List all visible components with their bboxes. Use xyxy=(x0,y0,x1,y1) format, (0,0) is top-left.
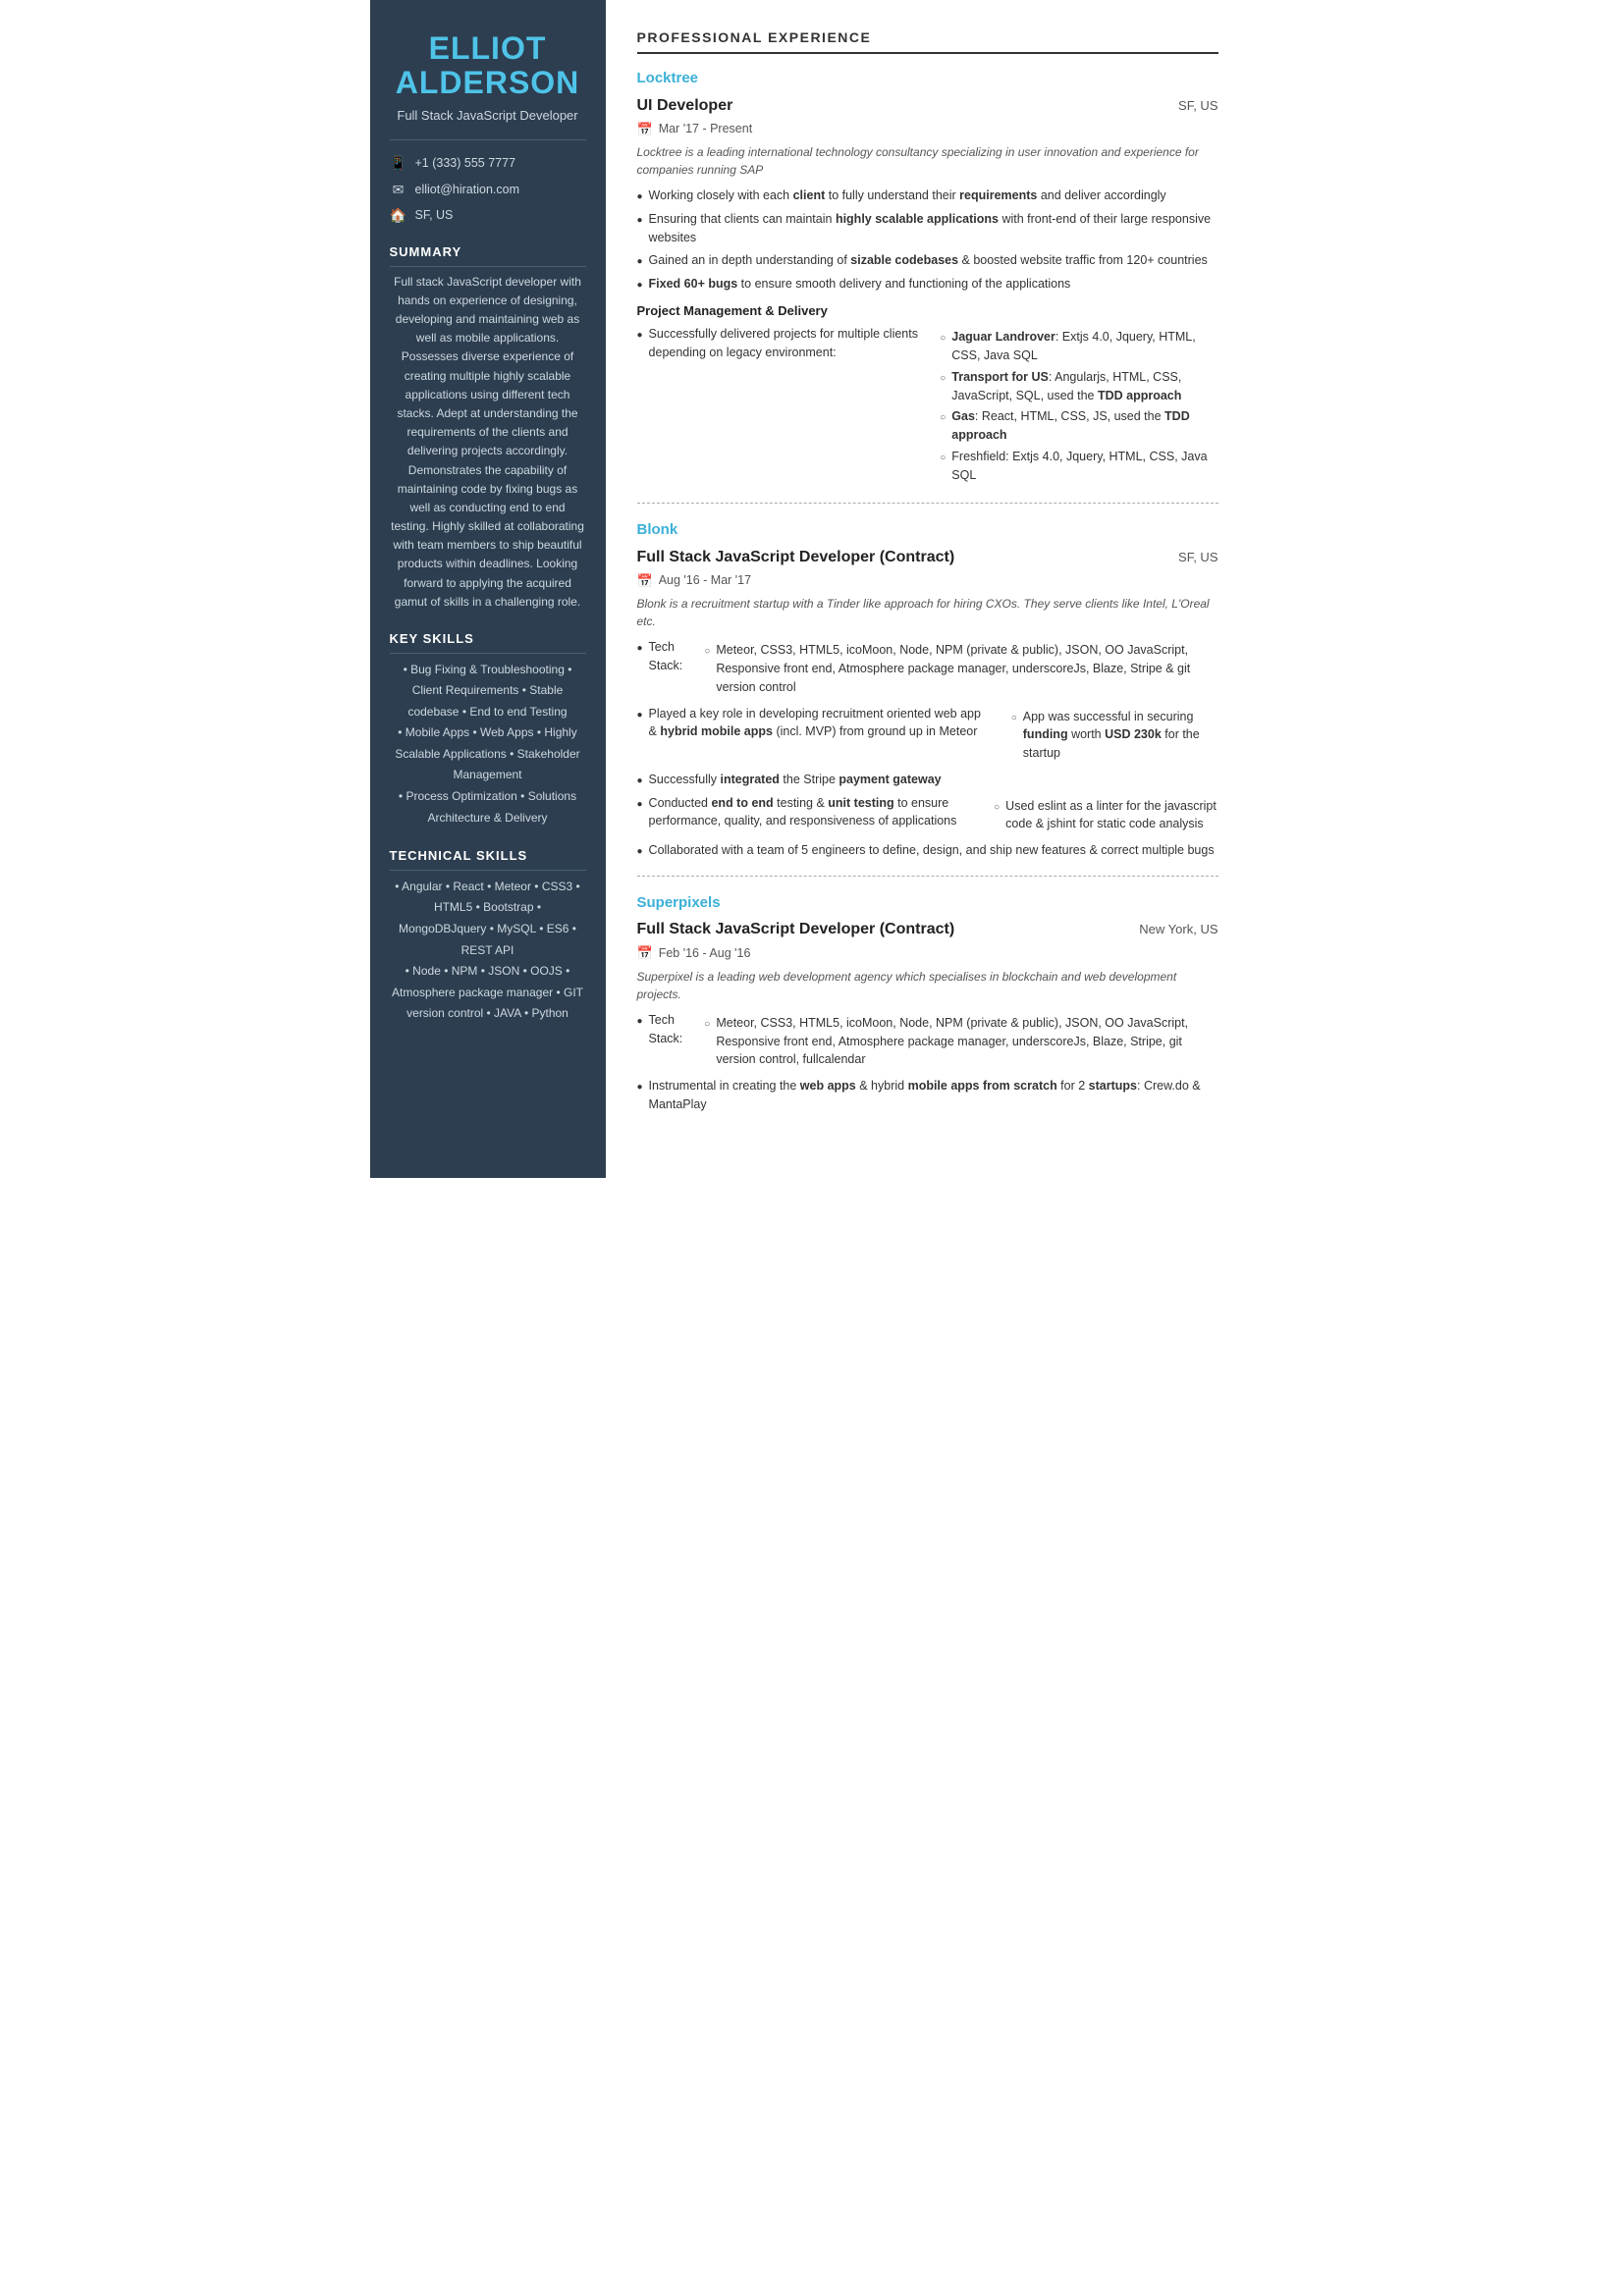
company-name-locktree: Locktree xyxy=(637,68,1218,90)
job-location-blonk: SF, US xyxy=(1178,548,1217,567)
first-name: ELLIOT xyxy=(429,30,547,66)
sub-bullet-item: Meteor, CSS3, HTML5, icoMoon, Node, NPM … xyxy=(704,1014,1217,1069)
job-blonk: Blonk Full Stack JavaScript Developer (C… xyxy=(637,519,1218,860)
job-header-superpixels: Full Stack JavaScript Developer (Contrac… xyxy=(637,918,1218,941)
job-title-locktree: UI Developer xyxy=(637,94,733,118)
tech-skills-text: • Angular • React • Meteor • CSS3 • HTML… xyxy=(390,877,586,1025)
sub-bullet-list: App was successful in securing funding w… xyxy=(1011,708,1218,766)
divider-1 xyxy=(637,503,1218,504)
bullet-item: Conducted end to end testing & unit test… xyxy=(637,794,1218,837)
name-block: ELLIOT ALDERSON Full Stack JavaScript De… xyxy=(390,31,586,126)
bullet-item: Working closely with each client to full… xyxy=(637,187,1218,205)
bullet-item: Played a key role in developing recruitm… xyxy=(637,705,1218,766)
bullet-item: Tech Stack: Meteor, CSS3, HTML5, icoMoon… xyxy=(637,1011,1218,1072)
job-header-locktree: UI Developer SF, US xyxy=(637,94,1218,118)
bullet-item: Successfully delivered projects for mult… xyxy=(637,325,1218,487)
calendar-icon-superpixels: 📅 xyxy=(637,943,653,963)
bullet-item: Gained an in depth understanding of siza… xyxy=(637,251,1218,270)
sub-bullet-item: Used eslint as a linter for the javascri… xyxy=(994,797,1217,834)
bullet-item: Tech Stack: Meteor, CSS3, HTML5, icoMoon… xyxy=(637,638,1218,699)
sub-bullet-list: Used eslint as a linter for the javascri… xyxy=(994,797,1217,837)
subsection-bullets-locktree: Successfully delivered projects for mult… xyxy=(637,325,1218,487)
last-name: ALDERSON xyxy=(396,65,580,100)
phone-icon: 📱 xyxy=(390,154,407,172)
job-desc-locktree: Locktree is a leading international tech… xyxy=(637,143,1218,179)
job-location-superpixels: New York, US xyxy=(1139,920,1217,939)
calendar-icon-blonk: 📅 xyxy=(637,571,653,591)
job-desc-superpixels: Superpixel is a leading web development … xyxy=(637,968,1218,1003)
main-content: PROFESSIONAL EXPERIENCE Locktree UI Deve… xyxy=(606,0,1254,1178)
sub-bullet-item: Jaguar Landrover: Extjs 4.0, Jquery, HTM… xyxy=(940,328,1217,365)
job-desc-blonk: Blonk is a recruitment startup with a Ti… xyxy=(637,595,1218,630)
key-skills-title: KEY SKILLS xyxy=(390,629,586,654)
job-date-superpixels: 📅 Feb '16 - Aug '16 xyxy=(637,943,1218,963)
job-header-blonk: Full Stack JavaScript Developer (Contrac… xyxy=(637,546,1218,569)
job-title-sidebar: Full Stack JavaScript Developer xyxy=(390,106,586,126)
bullet-item: Ensuring that clients can maintain highl… xyxy=(637,210,1218,247)
date-text-superpixels: Feb '16 - Aug '16 xyxy=(659,944,751,963)
bullet-item: Instrumental in creating the web apps & … xyxy=(637,1077,1218,1114)
bullet-list-superpixels: Tech Stack: Meteor, CSS3, HTML5, icoMoon… xyxy=(637,1011,1218,1114)
sub-bullet-list: Meteor, CSS3, HTML5, icoMoon, Node, NPM … xyxy=(704,641,1217,699)
sub-bullet-item: Gas: React, HTML, CSS, JS, used the TDD … xyxy=(940,407,1217,445)
email-icon: ✉ xyxy=(390,181,407,198)
sub-bullet-item: Meteor, CSS3, HTML5, icoMoon, Node, NPM … xyxy=(704,641,1217,696)
job-title-superpixels: Full Stack JavaScript Developer (Contrac… xyxy=(637,918,955,941)
job-date-blonk: 📅 Aug '16 - Mar '17 xyxy=(637,571,1218,591)
name-heading: ELLIOT ALDERSON xyxy=(390,31,586,100)
calendar-icon-locktree: 📅 xyxy=(637,120,653,139)
date-text-blonk: Aug '16 - Mar '17 xyxy=(659,571,751,590)
professional-experience-title: PROFESSIONAL EXPERIENCE xyxy=(637,27,1218,54)
contact-email: ✉ elliot@hiration.com xyxy=(390,181,586,199)
bullet-item: Fixed 60+ bugs to ensure smooth delivery… xyxy=(637,275,1218,294)
job-location-locktree: SF, US xyxy=(1178,96,1217,116)
sub-bullet-item: Freshfield: Extjs 4.0, Jquery, HTML, CSS… xyxy=(940,448,1217,485)
job-locktree: Locktree UI Developer SF, US 📅 Mar '17 -… xyxy=(637,68,1218,487)
tech-skills-title: TECHNICAL SKILLS xyxy=(390,846,586,871)
company-name-superpixels: Superpixels xyxy=(637,892,1218,915)
bullet-item: Successfully integrated the Stripe payme… xyxy=(637,771,1218,789)
date-text-locktree: Mar '17 - Present xyxy=(659,120,752,138)
sub-bullet-item: Transport for US: Angularjs, HTML, CSS, … xyxy=(940,368,1217,405)
summary-title: SUMMARY xyxy=(390,242,586,267)
bullet-list-blonk: Tech Stack: Meteor, CSS3, HTML5, icoMoon… xyxy=(637,638,1218,860)
phone-number: +1 (333) 555 7777 xyxy=(415,154,516,173)
job-title-blonk: Full Stack JavaScript Developer (Contrac… xyxy=(637,546,955,569)
sub-bullet-item: App was successful in securing funding w… xyxy=(1011,708,1218,763)
resume-container: ELLIOT ALDERSON Full Stack JavaScript De… xyxy=(370,0,1254,1178)
job-date-locktree: 📅 Mar '17 - Present xyxy=(637,120,1218,139)
company-name-blonk: Blonk xyxy=(637,519,1218,542)
contact-location: 🏠 SF, US xyxy=(390,206,586,225)
sidebar: ELLIOT ALDERSON Full Stack JavaScript De… xyxy=(370,0,606,1178)
email-address: elliot@hiration.com xyxy=(415,181,519,199)
bullet-list-locktree: Working closely with each client to full… xyxy=(637,187,1218,294)
location-text: SF, US xyxy=(415,206,454,225)
subsection-title-project-mgmt: Project Management & Delivery xyxy=(637,301,1218,321)
job-superpixels: Superpixels Full Stack JavaScript Develo… xyxy=(637,892,1218,1114)
bullet-item: Collaborated with a team of 5 engineers … xyxy=(637,841,1218,860)
divider-contact xyxy=(390,139,586,140)
contact-phone: 📱 +1 (333) 555 7777 xyxy=(390,154,586,173)
sub-bullet-list: Jaguar Landrover: Extjs 4.0, Jquery, HTM… xyxy=(940,328,1217,487)
key-skills-text: • Bug Fixing & Troubleshooting • Client … xyxy=(390,660,586,829)
summary-text: Full stack JavaScript developer with han… xyxy=(390,273,586,612)
sub-bullet-list: Meteor, CSS3, HTML5, icoMoon, Node, NPM … xyxy=(704,1014,1217,1072)
divider-2 xyxy=(637,876,1218,877)
location-icon: 🏠 xyxy=(390,207,407,225)
